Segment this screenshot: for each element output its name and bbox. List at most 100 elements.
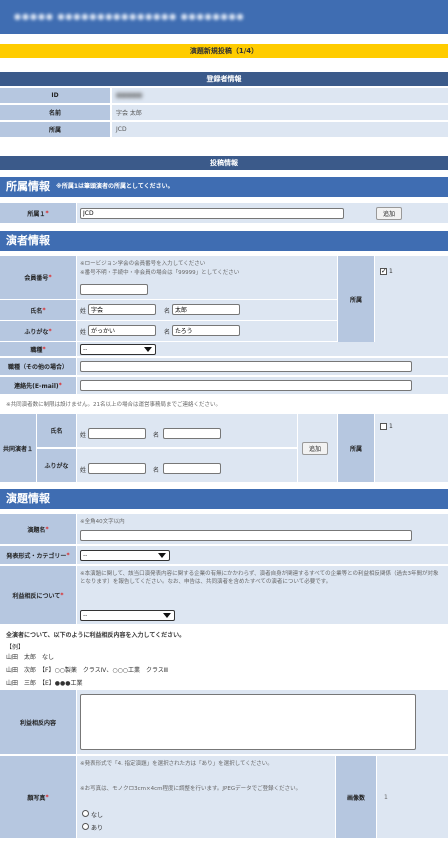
member-no-note2: ※番号不明・手続中・非会員の場合は「99999」としてください — [80, 270, 240, 276]
coauthor-last-kana-prefix: 姓 — [80, 467, 87, 474]
member-no-input[interactable] — [80, 284, 148, 295]
photo-option-none: なし — [91, 812, 104, 819]
last-name-prefix: 姓 — [80, 308, 87, 315]
first-name-prefix: 名 — [164, 308, 171, 315]
affiliation-heading-text: 所属情報 — [6, 180, 50, 193]
job-select[interactable]: -- — [80, 344, 156, 355]
kana-field-label-text: ふりがな — [24, 328, 49, 336]
coi-select-value: -- — [83, 612, 88, 619]
name-value: 字会 太郎 — [112, 105, 448, 120]
photo-count-value: 1 — [384, 794, 388, 801]
top-header-bar: ●●●●● ●●●●●●●●●●●●●●● ●●●●●●●● — [0, 0, 448, 34]
coi-select[interactable]: -- — [80, 610, 175, 621]
first-name-input[interactable] — [172, 304, 240, 315]
coauthor-first-kana-prefix: 名 — [153, 467, 160, 474]
title-label-text: 演題名 — [27, 526, 46, 534]
category-select[interactable]: -- — [80, 550, 170, 561]
chevron-down-icon — [158, 553, 166, 558]
coi-example-0: 【例】 — [6, 644, 25, 651]
affiliation-heading: 所属情報 ※所属1は筆頭演者の所属としてください。 — [0, 177, 448, 197]
name-field-label-text: 氏名 — [30, 307, 43, 315]
presenter-affil-label: 所属 — [338, 256, 374, 342]
last-name-input[interactable] — [88, 304, 156, 315]
page-step-indicator: 演題新規投稿（1/4） — [0, 44, 448, 58]
site-title: ●●●●● ●●●●●●●●●●●●●●● ●●●●●●●● — [14, 12, 245, 21]
registrant-row-name: 名前 字会 太郎 — [0, 105, 448, 120]
title-label: 演題名 * — [0, 514, 76, 544]
email-input[interactable] — [80, 380, 412, 391]
coauthor-last-kana-input[interactable] — [88, 463, 146, 474]
registrant-section-title: 登録者情報 — [0, 72, 448, 86]
coauthor-note: ※共同演者数に制限は設けません。21名以上の場合は運営事務局までご連絡ください。 — [6, 402, 221, 408]
registrant-row-affiliation: 所属 JCD — [0, 122, 448, 137]
presenter-heading: 演者情報 — [0, 231, 448, 251]
affiliation-add-button[interactable]: 追加 — [376, 207, 402, 220]
email-label: 連絡先(E-mail) * — [0, 377, 76, 394]
coi-content-textarea[interactable] — [80, 694, 416, 750]
coi-example-3: 山田 三郎 【E】●●●工業 — [6, 680, 83, 687]
coauthor-last-name-input[interactable] — [88, 428, 146, 439]
registrant-row-id: ID ●●●●● — [0, 88, 448, 103]
coi-label-text: 利益相反について — [12, 592, 61, 600]
member-no-label-text: 会員番号 — [24, 275, 49, 282]
last-kana-prefix: 姓 — [80, 329, 87, 336]
coauthor-last-prefix: 姓 — [80, 432, 87, 439]
photo-label: 顔写真 * — [0, 756, 76, 838]
id-value: ●●●●● — [116, 92, 143, 99]
photo-label-text: 顔写真 — [27, 794, 46, 802]
coauthor-name-label: 氏名 — [37, 414, 76, 447]
job-label: 職種 * — [0, 342, 76, 356]
coauthor-affil-checkbox[interactable] — [380, 423, 387, 430]
photo-note2: ※お写真は、モノクロ3cm×4cm程度に調整を行います。JPEGデータでご登録く… — [80, 786, 302, 792]
chevron-down-icon — [144, 347, 152, 352]
first-kana-input[interactable] — [172, 325, 240, 336]
affiliation1-label: 所属１ * — [0, 203, 76, 223]
coauthor-kana-label: ふりがな — [37, 449, 76, 482]
presenter-affil-check-label: 1 — [389, 268, 393, 275]
job-other-input[interactable] — [80, 361, 412, 372]
member-no-label: 会員番号 * — [0, 256, 76, 299]
category-select-value: -- — [83, 552, 88, 559]
submission-section-title: 投稿情報 — [0, 156, 448, 170]
coauthor-add-button[interactable]: 追加 — [302, 442, 328, 455]
photo-note1: ※発表形式で「4. 指定演題」を選択された方は「あり」を選択してください。 — [80, 761, 273, 767]
coauthor-first-name-input[interactable] — [163, 428, 221, 439]
coauthor-first-prefix: 名 — [153, 432, 160, 439]
presenter-affil-checkbox[interactable] — [380, 267, 387, 275]
affiliation1-input[interactable] — [80, 208, 344, 219]
last-kana-input[interactable] — [88, 325, 156, 336]
job-other-label: 職種（その他の場合） — [0, 358, 76, 375]
coi-label: 利益相反について * — [0, 566, 76, 624]
name-label: 名前 — [0, 105, 110, 120]
photo-radio-none[interactable] — [82, 810, 89, 817]
photo-radio-yes[interactable] — [82, 823, 89, 830]
photo-option-yes: あり — [91, 825, 104, 832]
photo-count-label: 画像数 — [336, 756, 376, 838]
title-input[interactable] — [80, 530, 412, 541]
coi-example-2: 山田 次郎 【F】○○製薬 クラスⅣ、○○○工業 クラスⅢ — [6, 667, 169, 674]
coauthor-affil-check-label: 1 — [389, 423, 393, 430]
affiliation-label: 所属 — [0, 122, 110, 137]
coauthor-first-kana-input[interactable] — [163, 463, 221, 474]
coi-note: ※本演題に関して、該当口演発表内容に関する企業の有無にかかわらず、演者自身が関連… — [80, 571, 439, 585]
id-label: ID — [0, 88, 110, 103]
affiliation-value: JCD — [112, 122, 448, 137]
category-label: 発表形式・カテゴリー * — [0, 546, 76, 564]
coi-instruction: 全演者について、以下のように利益相反内容を入力してください。 — [6, 632, 186, 639]
name-field-label: 氏名 * — [0, 300, 76, 320]
chevron-down-icon — [163, 613, 171, 618]
coauthor-label: 共同演者１ — [0, 414, 36, 482]
abstract-heading: 演題情報 — [0, 489, 448, 509]
job-label-text: 職種 — [30, 346, 43, 354]
coi-content-label: 利益相反内容 — [0, 690, 76, 754]
kana-field-label: ふりがな * — [0, 321, 76, 341]
affiliation1-label-text: 所属１ — [27, 210, 46, 218]
coauthor-affil-label: 所属 — [338, 414, 374, 482]
category-label-text: 発表形式・カテゴリー — [6, 552, 67, 560]
job-select-value: -- — [83, 346, 88, 353]
member-no-note1: ※ロービジョン学会の会員番号を入力してください — [80, 261, 206, 267]
title-note: ※全角40文字以内 — [80, 519, 125, 525]
email-label-text: 連絡先(E-mail) — [14, 383, 59, 390]
affiliation-subheading: ※所属1は筆頭演者の所属としてください。 — [56, 183, 174, 190]
coi-example-1: 山田 太郎 なし — [6, 654, 55, 661]
